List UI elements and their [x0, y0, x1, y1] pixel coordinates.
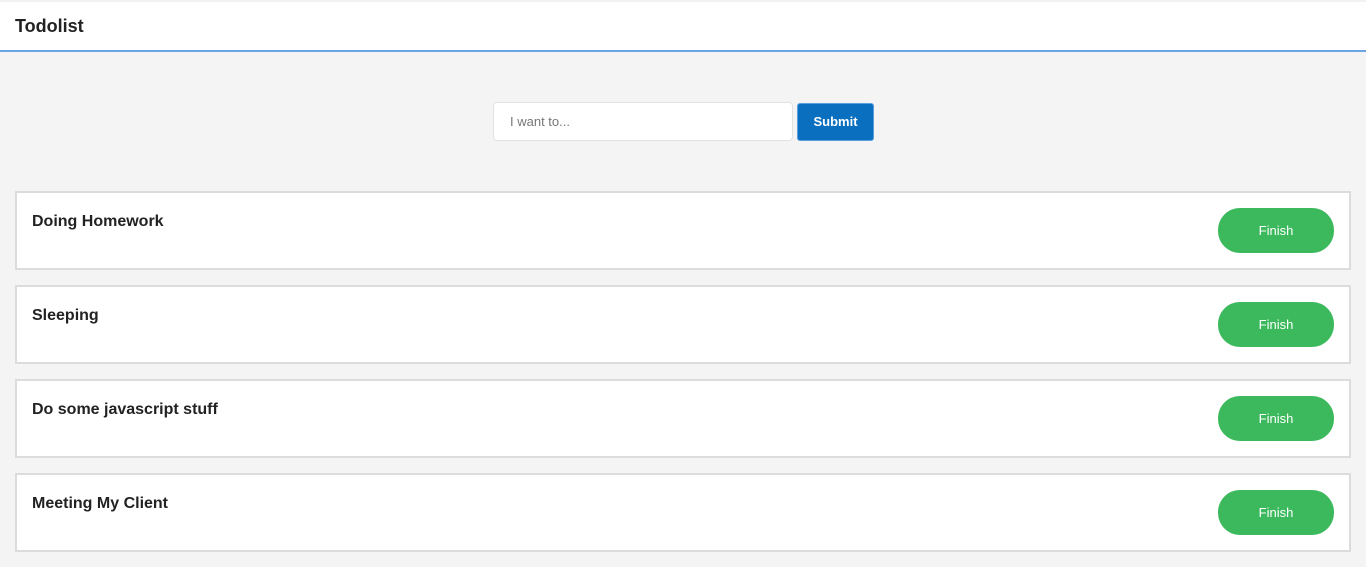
finish-button[interactable]: Finish	[1218, 208, 1334, 253]
app-title: Todolist	[15, 16, 84, 36]
todo-item-javascript-stuff: Do some javascript stuff Finish	[15, 379, 1351, 458]
todo-title: Doing Homework	[32, 213, 164, 230]
todo-list: Doing Homework Finish Sleeping Finish Do…	[15, 191, 1351, 567]
submit-button[interactable]: Submit	[797, 102, 874, 141]
todo-item-meeting-client: Meeting My Client Finish	[15, 473, 1351, 552]
todo-title: Do some javascript stuff	[32, 401, 218, 418]
todo-item-sleeping: Sleeping Finish	[15, 285, 1351, 364]
finish-button[interactable]: Finish	[1218, 490, 1334, 535]
todo-title: Meeting My Client	[32, 495, 169, 512]
navbar: Todolist	[0, 0, 1366, 52]
todo-form: Submit	[493, 102, 874, 141]
finish-button[interactable]: Finish	[1218, 396, 1334, 441]
todo-title: Sleeping	[32, 307, 99, 324]
todo-item-doing-homework: Doing Homework Finish	[15, 191, 1351, 270]
finish-button[interactable]: Finish	[1218, 302, 1334, 347]
todo-input[interactable]	[493, 102, 793, 141]
